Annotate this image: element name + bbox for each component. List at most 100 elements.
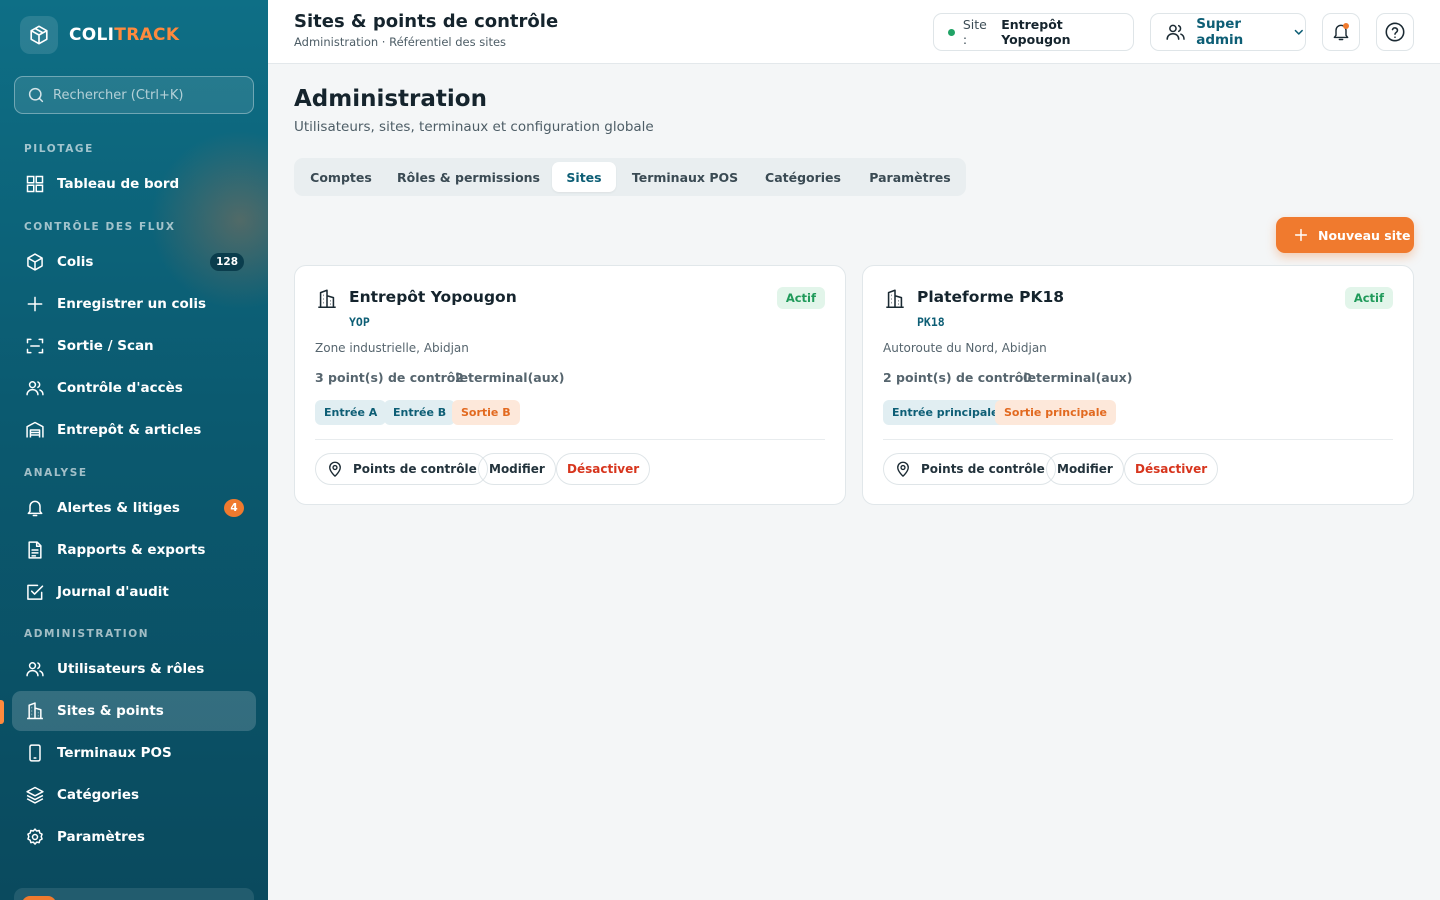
site-selector[interactable]: Site : Entrepôt Yopougon [933, 13, 1134, 51]
plus-icon [24, 293, 46, 315]
sidebar-item-access[interactable]: Contrôle d'accès [12, 368, 256, 408]
sidebar-item-label: Catégories [57, 787, 140, 803]
sidebar-item-warehouse[interactable]: Entrepôt & articles [12, 410, 256, 450]
sidebar-item-sites[interactable]: Sites & points [12, 691, 256, 731]
checkpoints-button[interactable]: Points de contrôle [315, 453, 488, 485]
sidebar-item-label: Sortie / Scan [57, 338, 154, 354]
tab-categories[interactable]: Catégories [754, 162, 852, 192]
site-name: Plateforme PK18 [917, 288, 1065, 306]
sidebar-item-reports[interactable]: Rapports & exports [12, 530, 256, 570]
tab-pos[interactable]: Terminaux POS [620, 162, 750, 192]
checkpoints-button[interactable]: Points de contrôle [883, 453, 1056, 485]
tab-roles[interactable]: Rôles & permissions [388, 162, 549, 192]
user-profile-card[interactable] [14, 888, 254, 900]
new-site-button[interactable]: Nouveau site [1276, 217, 1414, 253]
checkpoint-chip: Sortie principale [995, 400, 1116, 425]
section-title-analyse: ANALYSE [24, 467, 88, 479]
sidebar-item-pos[interactable]: Terminaux POS [12, 733, 256, 773]
admin-tabs: Comptes Rôles & permissions Sites Termin… [294, 158, 966, 196]
sidebar-item-label: Utilisateurs & rôles [57, 661, 205, 677]
status-badge: Actif [1344, 287, 1393, 309]
brand-name-part1: COLI [69, 25, 115, 45]
notifications-button[interactable] [1322, 13, 1360, 51]
site-address: Zone industrielle, Abidjan [315, 341, 469, 355]
disable-button[interactable]: Désactiver [1124, 453, 1219, 485]
section-title-flux: CONTRÔLE DES FLUX [24, 221, 176, 233]
tab-accounts[interactable]: Comptes [298, 162, 384, 192]
sidebar-item-label: Entrepôt & articles [57, 422, 202, 438]
chevron-down-icon [1295, 29, 1304, 35]
sidebar-item-label: Rapports & exports [57, 542, 206, 558]
avatar [22, 896, 56, 900]
help-button[interactable] [1376, 13, 1414, 51]
map-pin-icon [894, 460, 912, 478]
sidebar-item-dashboard[interactable]: Tableau de bord [12, 164, 256, 204]
edit-button[interactable]: Modifier [1046, 453, 1124, 485]
map-pin-icon [326, 460, 344, 478]
plus-icon [1294, 228, 1308, 242]
sidebar-item-audit[interactable]: Journal d'audit [12, 572, 256, 612]
sidebar-item-label: Journal d'audit [57, 584, 169, 600]
document-icon [24, 539, 46, 561]
parcels-count-badge: 128 [210, 253, 244, 271]
sidebar-item-settings[interactable]: Paramètres [12, 817, 256, 857]
sidebar-item-exit-scan[interactable]: Sortie / Scan [12, 326, 256, 366]
help-icon [1385, 22, 1405, 42]
gear-icon [24, 826, 46, 848]
sidebar-item-users[interactable]: Utilisateurs & rôles [12, 649, 256, 689]
building-icon [886, 289, 904, 309]
site-card: Entrepôt Yopougon YOP Actif Zone industr… [294, 265, 846, 505]
search-icon [28, 87, 44, 103]
checkpoints-button-label: Points de contrôle [921, 462, 1045, 476]
terminals-count: 0 terminal(aux) [1023, 370, 1133, 385]
breadcrumb: Administration · Référentiel des sites [294, 35, 507, 49]
sidebar-item-parcels[interactable]: Colis 128 [12, 242, 256, 282]
topbar: Sites & points de contrôle Administratio… [268, 0, 1440, 64]
tab-sites[interactable]: Sites [552, 162, 616, 192]
checkpoint-chip: Entrée A [315, 400, 387, 425]
package-icon [24, 251, 46, 273]
checkpoints-count: 2 point(s) de contrôle [883, 370, 1037, 385]
site-code: YOP [349, 315, 370, 329]
dashboard-grid-icon [24, 173, 46, 195]
sidebar-glow [150, 130, 268, 310]
site-address: Autoroute du Nord, Abidjan [883, 341, 1047, 355]
sidebar-item-label: Paramètres [57, 829, 145, 845]
site-status-dot [948, 28, 955, 36]
sidebar-item-label: Sites & points [57, 703, 164, 719]
sidebar-item-label: Contrôle d'accès [57, 380, 183, 396]
new-site-label: Nouveau site [1318, 227, 1411, 243]
checkpoints-button-label: Points de contrôle [353, 462, 477, 476]
user-menu-button[interactable]: Super admin [1150, 13, 1306, 51]
notification-dot [1343, 23, 1349, 29]
alerts-count-badge: 4 [224, 499, 244, 517]
users-icon [24, 658, 46, 680]
edit-button[interactable]: Modifier [478, 453, 556, 485]
sidebar-item-categories[interactable]: Catégories [12, 775, 256, 815]
site-code: PK18 [917, 315, 945, 329]
terminals-count: 2 terminal(aux) [455, 370, 565, 385]
card-divider [883, 439, 1393, 440]
site-value: Entrepôt Yopougon [1001, 17, 1071, 47]
warehouse-icon [24, 419, 46, 441]
sidebar: COLITRACK Rechercher (Ctrl+K) PILOTAGE T… [0, 0, 268, 900]
user-name: Super admin [1196, 16, 1244, 48]
checkpoint-chip: Entrée principale [883, 400, 1008, 425]
checkpoint-chip: Sortie B [452, 400, 520, 425]
section-heading: Administration [294, 86, 487, 112]
sidebar-item-label: Colis [57, 254, 94, 270]
tablet-icon [24, 742, 46, 764]
sidebar-item-label: Tableau de bord [57, 176, 180, 192]
package-logo-icon [20, 16, 58, 54]
sidebar-item-register[interactable]: Enregistrer un colis [12, 284, 256, 324]
tab-settings[interactable]: Paramètres [856, 162, 964, 192]
card-divider [315, 439, 825, 440]
search-input[interactable]: Rechercher (Ctrl+K) [14, 76, 254, 114]
site-card: Plateforme PK18 PK18 Actif Autoroute du … [862, 265, 1414, 505]
disable-button[interactable]: Désactiver [556, 453, 651, 485]
brand[interactable]: COLITRACK [20, 16, 179, 54]
section-title-pilotage: PILOTAGE [24, 143, 94, 155]
active-indicator [0, 700, 4, 724]
sidebar-item-label: Terminaux POS [57, 745, 172, 761]
sidebar-item-alerts[interactable]: Alertes & litiges 4 [12, 488, 256, 528]
